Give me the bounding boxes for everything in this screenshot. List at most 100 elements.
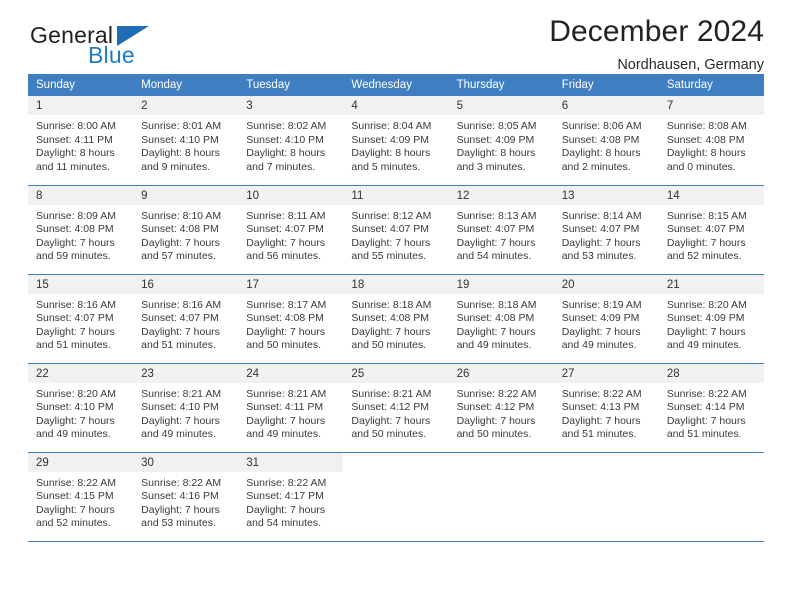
calendar-day-cell[interactable]: 10 Sunrise: 8:11 AM Sunset: 4:07 PM Dayligh…	[238, 184, 344, 274]
calendar-day-cell[interactable]: 18 Sunrise: 8:18 AM Sunset: 4:08 PM Dayligh…	[343, 273, 449, 363]
sunrise-time: Sunrise: 8:13 AM	[456, 209, 537, 222]
day-number: 23	[133, 363, 239, 383]
weekday-header-wednesday: Wednesday	[343, 74, 449, 96]
daylight-duration-line2: and 50 minutes.	[246, 339, 321, 352]
sunrise-time: Sunrise: 8:18 AM	[456, 298, 537, 311]
calendar-day-cell[interactable]: 23 Sunrise: 8:21 AM Sunset: 4:10 PM Dayligh…	[133, 362, 239, 452]
calendar-day-cell[interactable]: 13 Sunrise: 8:14 AM Sunset: 4:07 PM Dayligh…	[553, 184, 659, 274]
daylight-duration-line1: Daylight: 8 hours	[351, 147, 431, 160]
calendar-day-cell[interactable]: 16 Sunrise: 8:16 AM Sunset: 4:07 PM Dayligh…	[133, 273, 239, 363]
sunset-time: Sunset: 4:09 PM	[666, 312, 745, 325]
calendar-day-cell[interactable]: 25 Sunrise: 8:21 AM Sunset: 4:12 PM Dayligh…	[343, 362, 449, 452]
calendar-day-cell[interactable]: 17 Sunrise: 8:17 AM Sunset: 4:08 PM Dayligh…	[238, 273, 344, 363]
sunset-time: Sunset: 4:07 PM	[561, 223, 640, 236]
day-details: Sunrise: 8:01 AM Sunset: 4:10 PM Daylight:…	[133, 115, 238, 174]
calendar-cell-empty	[553, 451, 659, 541]
calendar-day-cell[interactable]: 14 Sunrise: 8:15 AM Sunset: 4:07 PM Dayligh…	[658, 184, 764, 274]
daylight-duration-line1: Daylight: 7 hours	[666, 414, 746, 427]
sunset-time: Sunset: 4:14 PM	[666, 401, 745, 414]
calendar-day-cell[interactable]: 6 Sunrise: 8:06 AM Sunset: 4:08 PM Daylight…	[553, 96, 659, 185]
sunset-time: Sunset: 4:07 PM	[246, 223, 324, 236]
calendar-day-cell[interactable]: 30 Sunrise: 8:22 AM Sunset: 4:16 PM Dayligh…	[133, 451, 239, 541]
calendar-header-row: Sunday Monday Tuesday Wednesday Thursday Frid…	[28, 74, 764, 96]
day-details: Sunrise: 8:20 AM Sunset: 4:10 PM Daylight:…	[28, 383, 133, 442]
day-number: 5	[448, 96, 554, 115]
sunset-time: Sunset: 4:13 PM	[561, 401, 640, 414]
sunset-time: Sunset: 4:08 PM	[141, 223, 219, 236]
sunrise-sunset-calendar: Sunday Monday Tuesday Wednesday Thursday Frid…	[28, 74, 764, 541]
calendar-day-cell[interactable]: 12 Sunrise: 8:13 AM Sunset: 4:07 PM Dayligh…	[448, 184, 554, 274]
day-number: 16	[133, 274, 239, 294]
day-number: 1	[28, 96, 134, 115]
calendar-day-cell[interactable]: 15 Sunrise: 8:16 AM Sunset: 4:07 PM Dayligh…	[28, 273, 134, 363]
weekday-header-thursday: Thursday	[448, 74, 554, 96]
day-details: Sunrise: 8:04 AM Sunset: 4:09 PM Daylight:…	[343, 115, 448, 174]
calendar-day-cell[interactable]: 21 Sunrise: 8:20 AM Sunset: 4:09 PM Dayligh…	[658, 273, 764, 363]
calendar-day-cell[interactable]: 7 Sunrise: 8:08 AM Sunset: 4:08 PM Daylight…	[658, 96, 764, 185]
calendar-day-cell[interactable]: 1 Sunrise: 8:00 AM Sunset: 4:11 PM Daylight…	[28, 96, 134, 185]
sunrise-time: Sunrise: 8:16 AM	[141, 298, 222, 311]
weekday-header: Sunday Monday Tuesday Wednesday Thursday Frid…	[28, 74, 764, 96]
daylight-duration-line2: and 49 minutes.	[141, 428, 216, 441]
calendar-body: 1 Sunrise: 8:00 AM Sunset: 4:11 PM Daylight…	[28, 96, 764, 541]
calendar-day-cell[interactable]: 24 Sunrise: 8:21 AM Sunset: 4:11 PM Dayligh…	[238, 362, 344, 452]
calendar-week-row: 15 Sunrise: 8:16 AM Sunset: 4:07 PM Dayligh…	[28, 273, 764, 363]
sunrise-time: Sunrise: 8:22 AM	[141, 476, 222, 489]
calendar-day-cell[interactable]: 5 Sunrise: 8:05 AM Sunset: 4:09 PM Daylight…	[448, 96, 554, 185]
general-blue-logo[interactable]: General Blue	[28, 22, 218, 70]
day-number: 15	[28, 274, 134, 294]
calendar-cell-empty	[448, 451, 554, 541]
day-number: 17	[238, 274, 344, 294]
day-details: Sunrise: 8:22 AM Sunset: 4:12 PM Daylight:…	[449, 383, 554, 442]
sunrise-time: Sunrise: 8:21 AM	[141, 387, 222, 400]
sunrise-time: Sunrise: 8:02 AM	[246, 120, 327, 132]
day-number: 3	[238, 96, 344, 115]
calendar-day-cell[interactable]: 8 Sunrise: 8:09 AM Sunset: 4:08 PM Daylight…	[28, 184, 134, 274]
day-number: 25	[343, 363, 449, 383]
day-details: Sunrise: 8:22 AM Sunset: 4:14 PM Daylight:…	[659, 383, 764, 442]
daylight-duration-line1: Daylight: 7 hours	[666, 325, 746, 338]
day-number: 8	[28, 185, 134, 205]
daylight-duration-line1: Daylight: 7 hours	[246, 414, 326, 427]
daylight-duration-line1: Daylight: 7 hours	[561, 414, 641, 427]
sunset-time: Sunset: 4:08 PM	[456, 312, 535, 325]
sunrise-time: Sunrise: 8:10 AM	[141, 209, 222, 222]
calendar-day-cell[interactable]: 11 Sunrise: 8:12 AM Sunset: 4:07 PM Dayligh…	[343, 184, 449, 274]
sunset-time: Sunset: 4:10 PM	[36, 401, 114, 414]
day-number	[554, 453, 659, 472]
calendar-day-cell[interactable]: 28 Sunrise: 8:22 AM Sunset: 4:14 PM Dayligh…	[658, 362, 764, 452]
day-number: 12	[448, 185, 554, 205]
day-number: 13	[553, 185, 659, 205]
sunset-time: Sunset: 4:08 PM	[351, 312, 430, 325]
day-details: Sunrise: 8:15 AM Sunset: 4:07 PM Daylight:…	[659, 205, 764, 264]
sunrise-time: Sunrise: 8:15 AM	[666, 209, 747, 222]
calendar-cell-empty	[658, 451, 764, 541]
day-details: Sunrise: 8:17 AM Sunset: 4:08 PM Daylight:…	[238, 294, 343, 353]
day-number: 11	[343, 185, 449, 205]
calendar-day-cell[interactable]: 4 Sunrise: 8:04 AM Sunset: 4:09 PM Daylight…	[343, 96, 449, 185]
calendar-day-cell[interactable]: 29 Sunrise: 8:22 AM Sunset: 4:15 PM Dayligh…	[28, 451, 134, 541]
calendar-day-cell[interactable]: 31 Sunrise: 8:22 AM Sunset: 4:17 PM Dayligh…	[238, 451, 344, 541]
calendar-day-cell[interactable]: 22 Sunrise: 8:20 AM Sunset: 4:10 PM Dayligh…	[28, 362, 134, 452]
sunset-time: Sunset: 4:12 PM	[456, 401, 535, 414]
daylight-duration-line1: Daylight: 7 hours	[456, 414, 536, 427]
sunrise-time: Sunrise: 8:19 AM	[561, 298, 642, 311]
day-details: Sunrise: 8:22 AM Sunset: 4:13 PM Daylight:…	[554, 383, 659, 442]
daylight-duration-line1: Daylight: 7 hours	[561, 236, 641, 249]
weekday-header-friday: Friday	[553, 74, 659, 96]
calendar-day-cell[interactable]: 26 Sunrise: 8:22 AM Sunset: 4:12 PM Dayligh…	[448, 362, 554, 452]
calendar-day-cell[interactable]: 9 Sunrise: 8:10 AM Sunset: 4:08 PM Daylight…	[133, 184, 239, 274]
calendar-day-cell[interactable]: 19 Sunrise: 8:18 AM Sunset: 4:08 PM Dayligh…	[448, 273, 554, 363]
calendar-week-row: 29 Sunrise: 8:22 AM Sunset: 4:15 PM Dayligh…	[28, 451, 764, 541]
sunrise-time: Sunrise: 8:22 AM	[246, 476, 327, 489]
daylight-duration-line1: Daylight: 7 hours	[36, 503, 115, 516]
daylight-duration-line1: Daylight: 7 hours	[561, 325, 641, 338]
sunset-time: Sunset: 4:07 PM	[351, 223, 430, 236]
day-number	[343, 453, 448, 472]
calendar-day-cell[interactable]: 20 Sunrise: 8:19 AM Sunset: 4:09 PM Dayligh…	[553, 273, 659, 363]
logo-text-blue: Blue	[88, 42, 135, 68]
calendar-day-cell[interactable]: 27 Sunrise: 8:22 AM Sunset: 4:13 PM Dayligh…	[553, 362, 659, 452]
day-number: 20	[553, 274, 659, 294]
calendar-day-cell[interactable]: 2 Sunrise: 8:01 AM Sunset: 4:10 PM Daylight…	[133, 96, 239, 185]
calendar-day-cell[interactable]: 3 Sunrise: 8:02 AM Sunset: 4:10 PM Daylight…	[238, 96, 344, 185]
